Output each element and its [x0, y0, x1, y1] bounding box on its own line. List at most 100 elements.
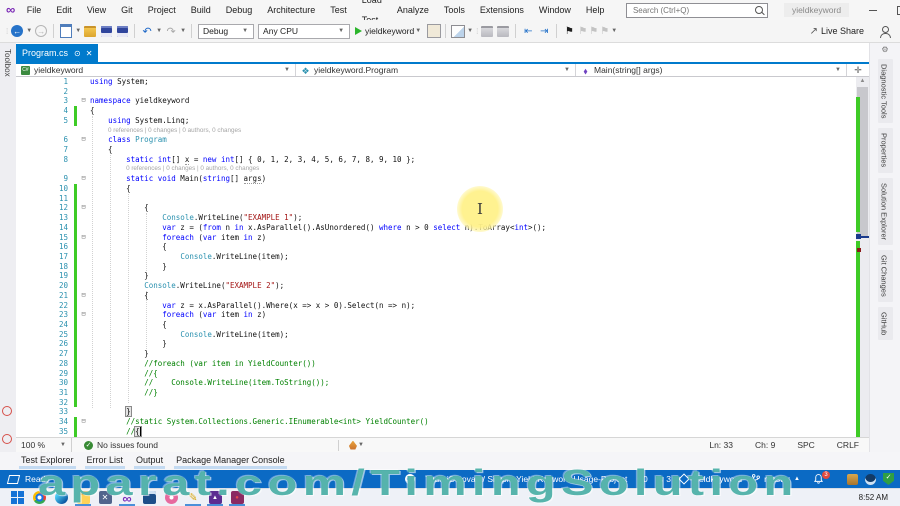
code-line[interactable]: 11 [16, 193, 856, 204]
code-line[interactable]: 20 Console.WriteLine("EXAMPLE 2"); [16, 281, 856, 291]
side-tab-diagnostic-tools[interactable]: Diagnostic Tools [877, 59, 893, 124]
undo-button[interactable]: ↶ [140, 24, 154, 38]
spaces-indicator[interactable]: SPC [797, 440, 814, 450]
insert-image-button[interactable] [451, 24, 466, 38]
code-line[interactable]: 24 { [16, 319, 856, 330]
code-line[interactable]: 16 { [16, 242, 856, 252]
code-line[interactable]: 6 ⊟ class Program [16, 135, 856, 145]
tray-app-icon[interactable] [847, 473, 858, 485]
new-project-button[interactable] [59, 24, 73, 38]
menu-project[interactable]: Project [140, 0, 183, 20]
open-folder-button[interactable] [83, 24, 97, 38]
code-line[interactable]: 31 //} [16, 388, 856, 398]
menu-edit[interactable]: Edit [49, 0, 80, 20]
code-line[interactable]: 1 using System; [16, 77, 856, 87]
code-line[interactable]: 23 ⊟ foreach (var item in z) [16, 310, 856, 320]
vertical-scrollbar[interactable]: ▲ ▼ [856, 77, 869, 452]
navigate-forward-button[interactable]: → [34, 24, 48, 38]
code-line[interactable]: 18 } [16, 261, 856, 272]
save-all-button[interactable] [115, 24, 129, 38]
hot-reload-icon[interactable] [348, 440, 357, 450]
panel-tab-error-list[interactable]: Error List [84, 454, 126, 469]
bookmark-overflow-icon[interactable]: ▼ [611, 28, 617, 34]
branch-selector[interactable]: master ▲ [751, 473, 800, 485]
redo-dropdown-icon[interactable]: ▼ [180, 28, 186, 34]
toolbar-grip-2[interactable]: ⁞ [476, 27, 478, 36]
comment-button[interactable] [480, 24, 494, 38]
side-tab-properties[interactable]: Properties [877, 128, 893, 173]
attach-button[interactable] [426, 24, 442, 38]
pin-icon[interactable]: ⊙ [74, 49, 81, 58]
panel-tab-test-explorer[interactable]: Test Explorer [19, 454, 76, 469]
menu-window[interactable]: Window [531, 0, 578, 20]
side-tab-git-changes[interactable]: Git Changes [877, 249, 893, 302]
panel-tab-package-manager-console[interactable]: Package Manager Console [174, 454, 287, 469]
start-debugging-button[interactable]: yieldkeyword ▼ [355, 26, 422, 36]
code-line[interactable]: 2 [16, 87, 856, 97]
uncomment-button[interactable] [496, 24, 510, 38]
taskbar-edge-icon[interactable] [50, 489, 72, 506]
code-line[interactable]: 9 ⊟ static void Main(string[] args) [16, 174, 856, 185]
menu-tools[interactable]: Tools [436, 0, 472, 20]
code-line[interactable]: 15 ⊟ foreach (var item in z) [16, 232, 856, 243]
next-bookmark-button[interactable]: ⚑ [589, 26, 598, 37]
taskbar-visual-studio-icon[interactable]: ∞ [116, 489, 138, 506]
search-input[interactable] [630, 4, 755, 16]
fold-marker-icon[interactable]: ⊟ [77, 291, 90, 301]
split-window-button[interactable]: ✛ [847, 64, 869, 76]
code-line[interactable]: 5 using System.Linq; [16, 115, 856, 126]
fold-marker-icon[interactable]: ⊟ [77, 233, 90, 243]
fold-marker-icon[interactable]: ⊟ [77, 203, 90, 213]
code-line[interactable]: 35 //{ [16, 425, 856, 437]
navigate-back-dropdown-icon[interactable]: ▼ [26, 28, 32, 34]
code-line[interactable]: 8 static int[] x = new int[] { 0, 1, 2, … [16, 154, 856, 165]
menu-view[interactable]: View [79, 0, 113, 20]
menu-test[interactable]: Test [323, 0, 355, 20]
taskbar-start-icon[interactable] [6, 489, 28, 506]
hot-reload-dropdown-icon[interactable]: ▼ [358, 442, 364, 448]
code-line[interactable]: 26 } [16, 339, 856, 350]
code-line[interactable]: 13 Console.WriteLine("EXAMPLE 1"); [16, 213, 856, 223]
push-count[interactable]: ↑ 0 [636, 474, 647, 484]
fold-marker-icon[interactable]: ⊟ [77, 174, 90, 184]
panel-tab-output[interactable]: Output [134, 454, 166, 469]
save-button[interactable] [99, 24, 113, 38]
codelens-row[interactable]: 0 references | 0 changes | 0 authors, 0 … [16, 126, 856, 136]
gear-icon[interactable]: ⚙ [870, 45, 900, 54]
code-line[interactable]: 25 Console.WriteLine(item); [16, 329, 856, 340]
menu-analyze[interactable]: Analyze [389, 0, 436, 20]
toolbar-overflow-icon[interactable]: ▼ [467, 28, 473, 34]
code-line[interactable]: 21 ⊟ { [16, 290, 856, 301]
code-line[interactable]: 10 { [16, 183, 856, 194]
menu-file[interactable]: File [19, 0, 49, 20]
decrease-indent-button[interactable]: ⇤ [521, 24, 535, 38]
taskbar-photos-icon[interactable]: ▲ [204, 489, 226, 506]
code-line[interactable]: 17 Console.WriteLine(item); [16, 251, 856, 262]
close-tab-icon[interactable]: ✕ [86, 49, 93, 58]
fold-marker-icon[interactable]: ⊟ [77, 417, 90, 427]
solution-indicator[interactable]: yieldkeyword [678, 473, 742, 485]
taskbar-paint-tool-icon[interactable] [160, 489, 182, 506]
menu-git[interactable]: Git [114, 0, 141, 20]
taskbar-media-project-icon[interactable]: ● [226, 489, 248, 506]
redo-button[interactable]: ↷ [164, 24, 178, 38]
code-line[interactable]: 33 } [16, 406, 856, 418]
taskbar-remote-tool-icon[interactable]: ✕ [94, 489, 116, 506]
new-project-dropdown-icon[interactable]: ▼ [75, 28, 81, 34]
breadcrumb-member-dropdown[interactable]: ⬧ Main(string[] args) ▼ [576, 64, 847, 76]
scroll-up-icon[interactable]: ▲ [856, 78, 869, 84]
live-share-button[interactable]: ↗ Live Share [810, 26, 864, 37]
taskbar-snip-pencil-icon[interactable]: ✎ [182, 489, 204, 506]
tab-program-cs[interactable]: Program.cs ⊙ ✕ [16, 44, 99, 62]
code-line[interactable]: 34 ⊟ //static System.Collections.Generic.… [16, 417, 856, 427]
clear-bookmarks-button[interactable]: ⚑ [600, 26, 609, 37]
menu-help[interactable]: Help [578, 0, 612, 20]
search-box[interactable] [625, 2, 768, 18]
increase-indent-button[interactable]: ⇥ [537, 24, 551, 38]
fold-marker-icon[interactable]: ⊟ [77, 310, 90, 320]
feedback-icon[interactable] [880, 26, 891, 38]
taskbar-chrome-icon[interactable] [28, 489, 50, 506]
fold-marker-icon[interactable]: ⊟ [77, 96, 90, 106]
pending-edits[interactable]: ✎ 3 [657, 474, 671, 485]
minimize-button[interactable] [859, 0, 887, 20]
